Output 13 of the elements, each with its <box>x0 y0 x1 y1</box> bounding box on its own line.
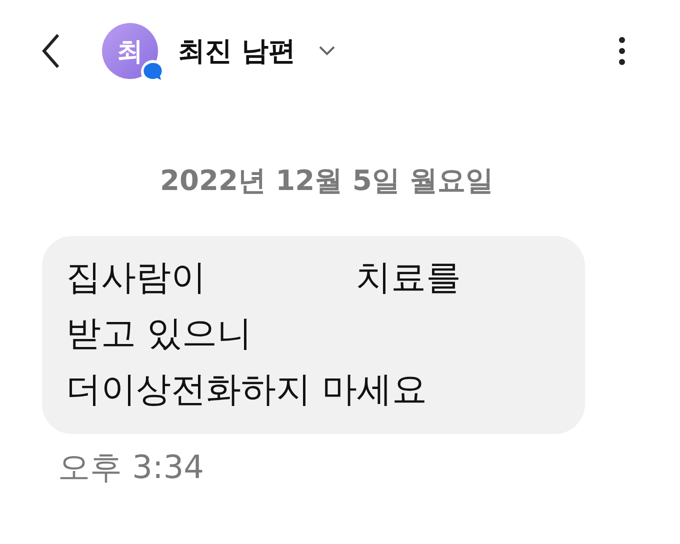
date-separator: 2022년 12월 5일 월요일 <box>160 163 495 199</box>
back-icon <box>40 33 62 69</box>
message-time: 오후 3:34 <box>58 447 206 488</box>
more-icon <box>618 36 626 66</box>
expand-button[interactable] <box>319 46 336 56</box>
contact-name[interactable]: 최진 남편 <box>178 33 296 69</box>
back-button[interactable] <box>40 33 62 69</box>
message-text: 더이상전화하지 마세요 <box>66 369 428 412</box>
message-text: 받고 있으니 <box>66 313 252 356</box>
message-text: 집사람이 <box>66 257 206 300</box>
menu-button[interactable] <box>618 36 626 66</box>
chevron-down-icon <box>319 46 336 56</box>
message-text: 치료를 <box>356 257 461 300</box>
